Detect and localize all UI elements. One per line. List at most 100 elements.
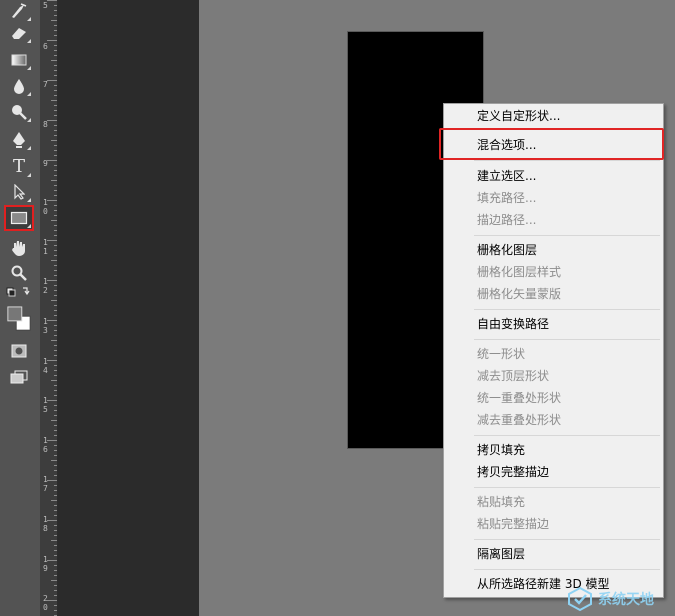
menu-item-rasterize-layer[interactable]: 栅格化图层 [477, 242, 537, 258]
ruler-tick [54, 435, 57, 436]
ruler-tick [54, 90, 57, 91]
ruler-tick [54, 195, 57, 196]
ruler-tick [54, 185, 57, 186]
ruler-tick [54, 310, 57, 311]
ruler-tick [54, 325, 57, 326]
ruler-tick [47, 320, 57, 321]
ruler-tick [51, 260, 57, 261]
ruler-tick [54, 415, 57, 416]
ruler-tick [54, 175, 57, 176]
hand-icon[interactable] [6, 237, 32, 259]
menu-item-unite-shapes[interactable]: 统一形状 [477, 346, 525, 362]
ruler-tick [54, 355, 57, 356]
ruler-tick [54, 295, 57, 296]
spot-healing-brush-icon[interactable] [6, 0, 32, 22]
ruler-tick [51, 60, 57, 61]
ruler-tick [54, 235, 57, 236]
ruler-tick [54, 390, 57, 391]
context-menu: 定义自定形状... 混合选项... 建立选区... 填充路径... 描边路径..… [443, 103, 664, 598]
ruler-tick [54, 370, 57, 371]
ruler-tick [54, 490, 57, 491]
ruler-tick [54, 145, 57, 146]
ruler-tick [54, 345, 57, 346]
ruler-tick [54, 515, 57, 516]
menu-item-rasterize-layer-style[interactable]: 栅格化图层样式 [477, 264, 561, 280]
default-colors-icon[interactable] [6, 285, 32, 299]
ruler-tick [54, 305, 57, 306]
menu-item-intersect-shapes[interactable]: 统一重叠处形状 [477, 390, 561, 406]
ruler-tick [54, 290, 57, 291]
ruler-label: 2 0 [43, 594, 48, 612]
ruler-tick [54, 350, 57, 351]
ruler-tick [54, 385, 57, 386]
ruler-tick [54, 210, 57, 211]
ruler-label: 1 5 [43, 396, 48, 414]
menu-item-copy-fill[interactable]: 拷贝填充 [477, 442, 525, 458]
ruler-tick [54, 565, 57, 566]
ruler-tick [54, 125, 57, 126]
ruler-label: 1 9 [43, 555, 48, 573]
type-icon[interactable]: T [6, 156, 32, 178]
menu-item-paste-complete-stroke[interactable]: 粘贴完整描边 [477, 516, 549, 532]
ruler-tick [47, 0, 57, 1]
ruler-tick [47, 160, 57, 161]
ruler-tick [54, 130, 57, 131]
ruler-tick [54, 170, 57, 171]
ruler-tick [54, 530, 57, 531]
quick-mask-icon[interactable] [6, 340, 32, 362]
ruler-tick [54, 545, 57, 546]
menu-separator [474, 539, 660, 540]
ruler-tick [54, 55, 57, 56]
ruler-tick [51, 580, 57, 581]
ruler-tick [51, 20, 57, 21]
watermark: 系统天地 [566, 584, 672, 614]
menu-item-fill-path[interactable]: 填充路径... [477, 190, 536, 206]
ruler-label: 1 8 [43, 515, 48, 533]
ruler-tick [54, 50, 57, 51]
ruler-tick [54, 595, 57, 596]
eraser-icon[interactable] [6, 22, 32, 44]
ruler-tick [54, 5, 57, 6]
ruler-tick [47, 40, 57, 41]
menu-item-stroke-path[interactable]: 描边路径... [477, 212, 536, 228]
pen-icon[interactable] [6, 129, 32, 151]
menu-item-subtract-front-shape[interactable]: 减去顶层形状 [477, 368, 549, 384]
ruler-tick [54, 285, 57, 286]
rectangle-tool-icon[interactable] [4, 205, 34, 231]
menu-item-copy-complete-stroke[interactable]: 拷贝完整描边 [477, 464, 549, 480]
menu-item-free-transform-path[interactable]: 自由变换路径 [477, 316, 549, 332]
highlight-box [439, 128, 664, 160]
ruler-tick [47, 80, 57, 81]
ruler-tick [47, 200, 57, 201]
ruler-tick [54, 10, 57, 11]
ruler-tick [54, 265, 57, 266]
menu-item-define-custom-shape[interactable]: 定义自定形状... [477, 108, 560, 124]
screen-mode-icon[interactable] [6, 366, 32, 388]
blur-icon[interactable] [6, 75, 32, 97]
menu-item-exclude-overlapping[interactable]: 减去重叠处形状 [477, 412, 561, 428]
menu-item-rasterize-vector-mask[interactable]: 栅格化矢量蒙版 [477, 286, 561, 302]
ruler-tick [54, 155, 57, 156]
ruler-tick [47, 520, 57, 521]
ruler-tick [47, 280, 57, 281]
dodge-icon[interactable] [6, 101, 32, 123]
path-selection-icon[interactable] [6, 181, 32, 203]
gradient-icon[interactable] [6, 49, 32, 71]
ruler-tick [54, 610, 57, 611]
zoom-icon[interactable] [6, 262, 32, 284]
ruler-tick [54, 410, 57, 411]
ruler-tick [54, 115, 57, 116]
menu-item-isolate-layers[interactable]: 隔离图层 [477, 546, 525, 562]
watermark-text: 系统天地 [598, 592, 654, 608]
color-swatches-icon[interactable] [6, 303, 32, 335]
ruler-tick [54, 505, 57, 506]
ruler-label: 1 7 [43, 475, 48, 493]
menu-item-paste-fill[interactable]: 粘贴填充 [477, 494, 525, 510]
ruler-tick [47, 560, 57, 561]
ruler-tick [54, 110, 57, 111]
menu-item-make-selection[interactable]: 建立选区... [477, 168, 536, 184]
ruler-tick [54, 150, 57, 151]
ruler-tick [54, 605, 57, 606]
ruler-label: 1 6 [43, 436, 48, 454]
ruler-tick [54, 470, 57, 471]
